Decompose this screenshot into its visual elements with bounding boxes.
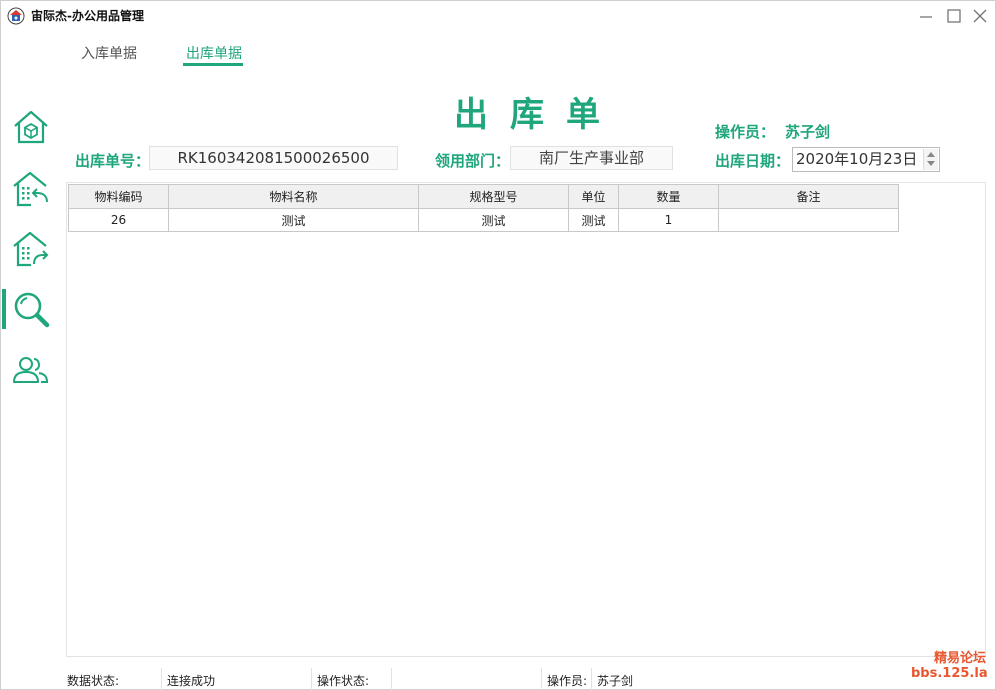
maximize-icon[interactable] [945, 7, 963, 25]
cell-material-code[interactable]: 26 [68, 208, 169, 232]
spin-up-icon[interactable] [927, 152, 935, 157]
order-no-field[interactable]: RK160342081500026500 [149, 146, 398, 170]
outbound-date-value: 2020年10月23日 [796, 150, 918, 168]
tab-inbound-orders[interactable]: 入库单据 [81, 43, 137, 63]
data-status-label: 数据状态: [67, 674, 120, 688]
operator-label: 操作员： [715, 123, 776, 141]
date-spinner[interactable] [923, 149, 938, 170]
spin-down-icon[interactable] [927, 161, 935, 166]
watermark-line-2: bbs.125.la [911, 666, 988, 681]
items-grid[interactable]: 物料编码 物料名称 规格型号 单位 数量 备注 26 测试 测试 测试 1 [68, 184, 899, 232]
grid-header-row: 物料编码 物料名称 规格型号 单位 数量 备注 [68, 184, 899, 209]
col-header-material-name[interactable]: 物料名称 [168, 184, 419, 209]
cell-unit[interactable]: 测试 [568, 208, 619, 232]
department-field[interactable]: 南厂生产事业部 [510, 146, 673, 170]
search-icon[interactable] [11, 289, 51, 329]
building-return-icon[interactable] [11, 169, 51, 209]
department-label: 领用部门： [435, 152, 511, 170]
cell-spec[interactable]: 测试 [418, 208, 569, 232]
col-header-unit[interactable]: 单位 [568, 184, 619, 209]
title-bar: 宙际杰-办公用品管理 [1, 1, 995, 31]
page-title: 出库单 [454, 95, 622, 135]
status-operator-value: 苏子剑 [597, 674, 634, 688]
close-icon[interactable] [971, 7, 989, 25]
cell-quantity[interactable]: 1 [618, 208, 719, 232]
outbound-date-picker[interactable]: 2020年10月23日 [792, 147, 940, 172]
data-status-value: 连接成功 [167, 674, 216, 688]
status-divider [541, 668, 542, 690]
cell-remark[interactable] [718, 208, 899, 232]
col-header-remark[interactable]: 备注 [718, 184, 899, 209]
home-icon[interactable] [11, 107, 51, 147]
app-logo-icon [7, 7, 25, 25]
watermark-line-1: 精易论坛 [933, 651, 986, 666]
status-operator-label: 操作员: [547, 674, 588, 688]
order-no-label: 出库单号： [75, 152, 151, 170]
op-status-label: 操作状态: [317, 674, 370, 688]
tab-outbound-orders[interactable]: 出库单据 [186, 43, 242, 63]
building-share-icon[interactable] [11, 229, 51, 269]
minimize-icon[interactable] [917, 7, 935, 25]
status-divider [161, 668, 162, 690]
col-header-spec[interactable]: 规格型号 [418, 184, 569, 209]
status-divider [591, 668, 592, 690]
app-window: 宙际杰-办公用品管理 入库单据 出库单据 出库单 操作员： 苏子剑 出库单号： … [0, 0, 996, 690]
status-divider [311, 668, 312, 690]
cell-material-name[interactable]: 测试 [168, 208, 419, 232]
users-icon[interactable] [11, 351, 51, 391]
window-title: 宙际杰-办公用品管理 [31, 9, 144, 23]
col-header-quantity[interactable]: 数量 [618, 184, 719, 209]
operator-info: 操作员： 苏子剑 [715, 121, 830, 142]
active-tab-indicator [183, 63, 243, 66]
status-divider [391, 668, 392, 690]
outbound-date-label: 出库日期： [715, 152, 791, 170]
sidebar-active-indicator [2, 289, 6, 329]
forum-watermark: 精易论坛 bbs.125.la [911, 651, 988, 681]
col-header-material-code[interactable]: 物料编码 [68, 184, 169, 209]
table-row[interactable]: 26 测试 测试 测试 1 [68, 208, 899, 232]
operator-name: 苏子剑 [785, 123, 831, 141]
items-grid-panel [66, 182, 986, 657]
